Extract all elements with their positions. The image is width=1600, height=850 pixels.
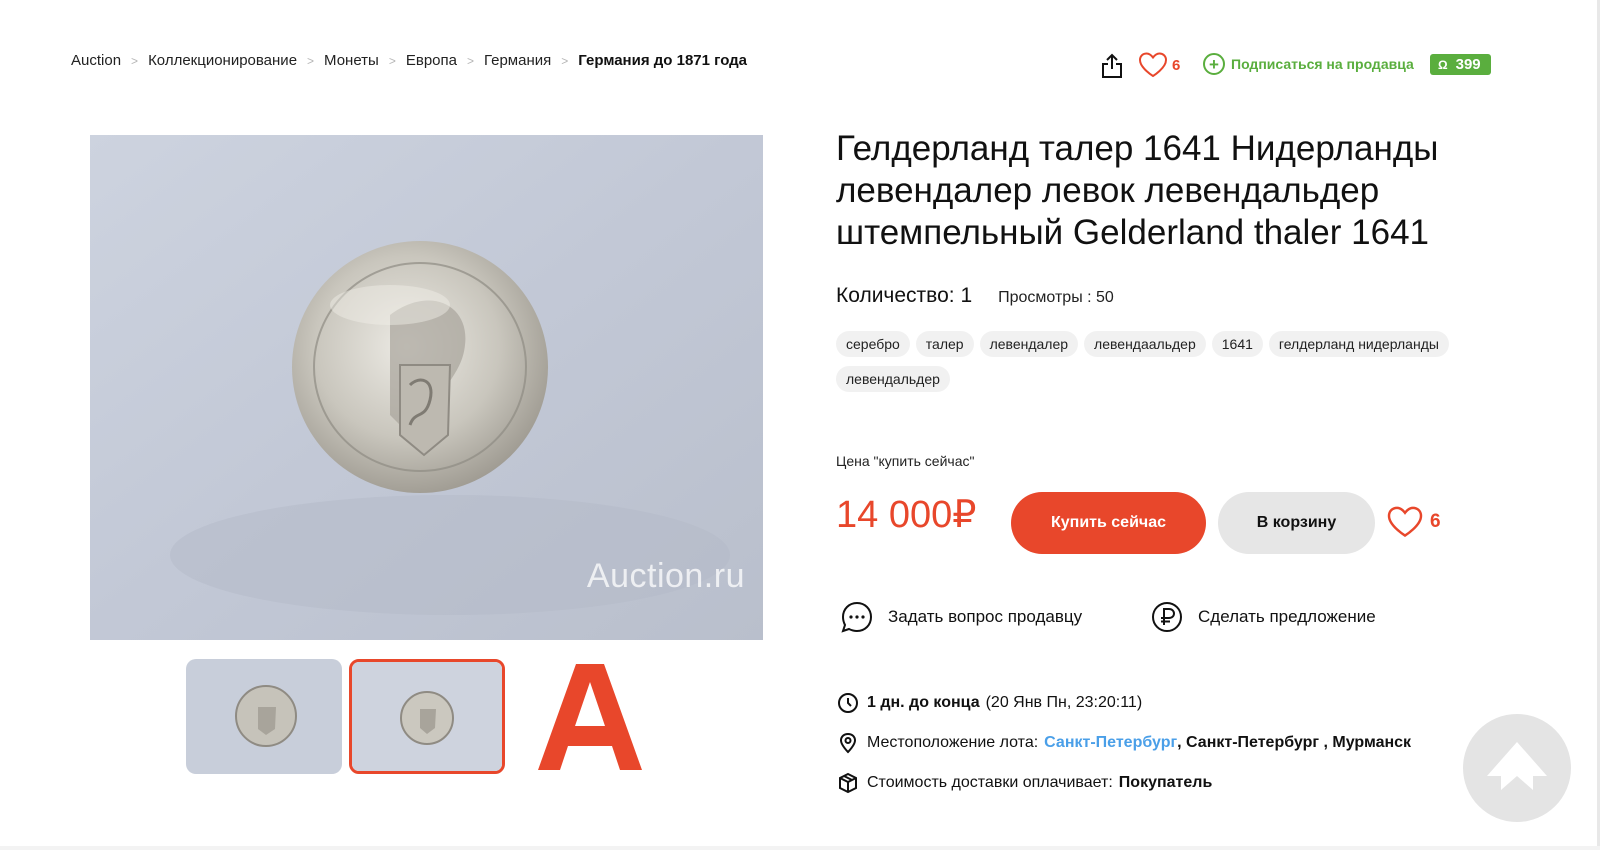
breadcrumb-collecting[interactable]: Коллекционирование bbox=[148, 52, 297, 69]
scroll-to-top-button[interactable] bbox=[1463, 714, 1571, 822]
seller-rating-value: 399 bbox=[1455, 56, 1481, 73]
location-rest: , Санкт-Петербург , Мурманск bbox=[1177, 734, 1412, 751]
tag[interactable]: 1641 bbox=[1211, 331, 1263, 357]
coin-thumbnail-icon bbox=[186, 659, 342, 774]
breadcrumb-germany[interactable]: Германия bbox=[484, 52, 551, 69]
breadcrumb-current-category[interactable]: Германия до 1871 года bbox=[578, 52, 747, 69]
time-left: 1 дн. до конца bbox=[867, 694, 980, 711]
seller-rating-badge[interactable]: Ω 399 bbox=[1430, 54, 1491, 75]
breadcrumb-separator: > bbox=[388, 53, 396, 68]
location-pin-icon bbox=[839, 732, 857, 754]
view-count: Просмотры : 50 bbox=[998, 289, 1114, 306]
thumbnail-1[interactable] bbox=[186, 659, 342, 774]
product-title: Гелдерланд талер 1641 Нидерланды левенда… bbox=[836, 129, 1439, 252]
tag[interactable]: левендальдер bbox=[836, 366, 950, 392]
chat-bubble-icon bbox=[841, 601, 873, 633]
location-label: Местоположение лота: bbox=[867, 734, 1039, 751]
subscribe-seller-button[interactable]: + Подписаться на продавца bbox=[1203, 53, 1414, 75]
favorites-count: 6 bbox=[1172, 56, 1181, 74]
location-row: Местоположение лота: Санкт-Петербург , С… bbox=[837, 732, 1411, 754]
coin-thumbnail-icon bbox=[352, 662, 502, 771]
tag[interactable]: серебро bbox=[836, 331, 910, 357]
add-to-cart-button[interactable]: В корзину bbox=[1218, 492, 1375, 554]
product-meta: Количество: 1 Просмотры : 50 bbox=[836, 284, 1114, 308]
a-letter-logo bbox=[538, 664, 642, 770]
thumbnail-2[interactable] bbox=[349, 659, 505, 774]
ask-seller-label: Задать вопрос продавцу bbox=[888, 607, 1083, 626]
ask-seller-link[interactable]: Задать вопрос продавцу bbox=[840, 600, 1082, 634]
tag[interactable]: левендаальдер bbox=[1084, 331, 1206, 357]
ruble-circle-icon bbox=[1152, 602, 1182, 632]
end-date: (20 Янв Пн, 23:20:11) bbox=[985, 694, 1143, 711]
clock-icon bbox=[838, 693, 858, 713]
favorites-count: 6 bbox=[1430, 511, 1441, 532]
price: 14 000₽ bbox=[836, 494, 977, 536]
share-button[interactable] bbox=[1100, 53, 1124, 79]
package-icon bbox=[839, 772, 857, 794]
breadcrumb-europe[interactable]: Европа bbox=[406, 52, 457, 69]
shipping-label: Стоимость доставки оплачивает: bbox=[867, 774, 1113, 791]
tag[interactable]: гелдерланд нидерланды bbox=[1268, 331, 1449, 357]
buy-now-button[interactable]: Купить сейчас bbox=[1011, 492, 1206, 554]
shipping-row: Стоимость доставки оплачивает: Покупател… bbox=[837, 772, 1212, 794]
breadcrumb: Auction > Коллекционирование > Монеты > … bbox=[71, 52, 747, 69]
heart-icon bbox=[1387, 506, 1423, 537]
breadcrumb-auction[interactable]: Auction bbox=[71, 52, 121, 69]
subscribe-label: Подписаться на продавца bbox=[1231, 56, 1414, 72]
share-icon bbox=[1102, 53, 1122, 78]
location-city-link[interactable]: Санкт-Петербург bbox=[1044, 734, 1177, 752]
auction-logo[interactable] bbox=[536, 662, 644, 772]
breadcrumb-separator: > bbox=[466, 53, 474, 68]
breadcrumb-separator: > bbox=[307, 53, 315, 68]
time-left-row: 1 дн. до конца (20 Янв Пн, 23:20:11) bbox=[837, 692, 1142, 714]
tag[interactable]: левендалер bbox=[979, 331, 1079, 357]
omega-icon: Ω bbox=[1438, 57, 1448, 72]
make-offer-label: Сделать предложение bbox=[1198, 607, 1376, 626]
make-offer-link[interactable]: Сделать предложение bbox=[1150, 600, 1376, 634]
bottom-bar bbox=[0, 846, 1600, 850]
tag-list: серебро талер левендалер левендаальдер 1… bbox=[836, 331, 1476, 392]
quantity: Количество: 1 bbox=[836, 284, 973, 307]
plus-circle-icon: + bbox=[1203, 53, 1225, 75]
price-label: Цена "купить сейчас" bbox=[836, 453, 975, 469]
breadcrumb-coins[interactable]: Монеты bbox=[324, 52, 379, 69]
favorite-button-top[interactable]: 6 bbox=[1138, 52, 1180, 78]
favorite-button[interactable]: 6 bbox=[1386, 506, 1441, 538]
chevron-up-icon bbox=[1487, 742, 1547, 790]
heart-icon bbox=[1138, 52, 1168, 78]
auction-watermark: Auction.ru bbox=[586, 557, 745, 595]
main-product-image[interactable]: Auction.ru bbox=[90, 135, 763, 640]
breadcrumb-separator: > bbox=[561, 53, 569, 68]
shipping-payer: Покупатель bbox=[1118, 774, 1213, 791]
breadcrumb-separator: > bbox=[131, 53, 139, 68]
tag[interactable]: талер bbox=[915, 331, 974, 357]
